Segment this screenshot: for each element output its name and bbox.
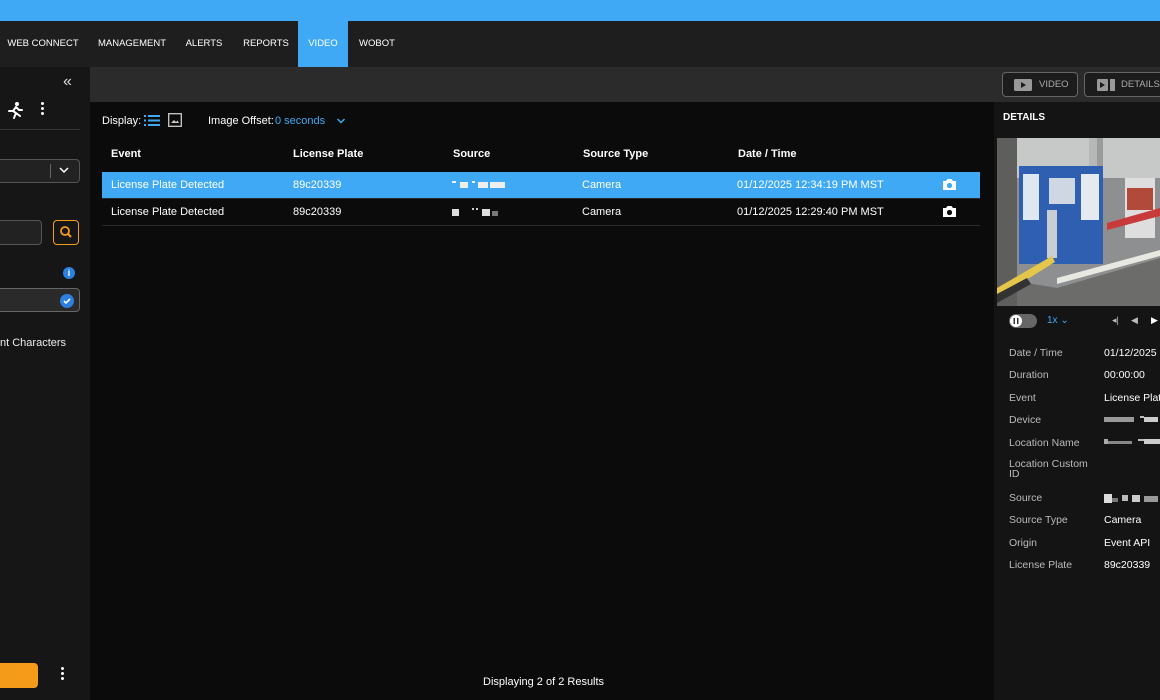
option-field[interactable]: [0, 288, 80, 312]
column-header-source[interactable]: Source: [453, 148, 490, 160]
license-plate-cell: 89c20339: [293, 206, 342, 218]
table-row[interactable]: License Plate Detected 89c20339 Camera 0…: [102, 172, 980, 198]
column-header-date-time[interactable]: Date / Time: [738, 148, 797, 160]
detail-label-origin: Origin: [1009, 537, 1038, 549]
date-time-cell: 01/12/2025 12:29:40 PM MST: [737, 206, 884, 218]
display-label: Display:: [102, 115, 142, 127]
video-button[interactable]: VIDEO: [1002, 72, 1078, 97]
event-cell: License Plate Detected: [111, 179, 225, 191]
nav-reports[interactable]: REPORTS: [237, 21, 295, 67]
detail-label-location-custom-id: Location Custom ID: [1009, 458, 1088, 480]
column-header-event[interactable]: Event: [111, 148, 141, 160]
image-offset-dropdown[interactable]: 0 seconds: [275, 115, 325, 127]
detail-label-license-plate: License Plate: [1009, 559, 1073, 571]
column-header-license-plate[interactable]: License Plate: [293, 148, 363, 160]
column-header-source-type[interactable]: Source Type: [583, 148, 648, 160]
option-label: nt Characters: [0, 337, 67, 349]
source-type-cell: Camera: [582, 179, 622, 191]
camera-icon[interactable]: [942, 178, 957, 191]
detail-label-device: Device: [1009, 414, 1042, 426]
double-chevron-left-icon[interactable]: «: [63, 73, 72, 91]
detail-label-date-time: Date / Time: [1009, 347, 1063, 359]
detail-value-date-time: 01/12/2025: [1104, 347, 1157, 359]
step-back-icon[interactable]: ◂|: [1112, 315, 1119, 326]
detail-value-event: License Plat: [1104, 392, 1160, 404]
redacted-source: [452, 208, 498, 216]
detail-label-event: Event: [1009, 392, 1036, 404]
details-panel: DETAILS 1x ⌄ ◂| ◀ ▶ Date / Time 01/12/20…: [994, 102, 1160, 700]
chevron-down-icon[interactable]: [336, 116, 346, 126]
license-plate-cell: 89c20339: [293, 179, 342, 191]
nav-web-connect[interactable]: WEB CONNECT: [0, 21, 86, 67]
chevron-down-icon: [59, 167, 69, 174]
table-row[interactable]: License Plate Detected 89c20339 Camera 0…: [102, 199, 980, 225]
apply-button[interactable]: [0, 663, 38, 688]
top-accent-bar: [0, 0, 1160, 21]
playback-speed-dropdown[interactable]: 1x ⌄: [1047, 315, 1069, 326]
filter-sidebar: « i nt Characters: [0, 67, 90, 700]
detail-value-origin: Event API: [1104, 537, 1151, 549]
event-cell: License Plate Detected: [111, 206, 225, 218]
source-type-cell: Camera: [582, 206, 622, 218]
search-icon: [60, 226, 72, 238]
list-view-icon[interactable]: [144, 114, 160, 127]
details-button[interactable]: DETAILS: [1084, 72, 1160, 97]
person-running-icon[interactable]: [6, 101, 24, 119]
detail-label-location-name: Location Name: [1009, 437, 1080, 449]
video-play-icon: [1014, 79, 1032, 91]
details-title: DETAILS: [1003, 112, 1046, 123]
details-panel-icon: [1097, 79, 1115, 91]
detail-toolbar: VIDEO DETAILS: [994, 67, 1160, 102]
event-snapshot[interactable]: [997, 138, 1160, 306]
detail-label-source: Source: [1009, 492, 1043, 504]
results-toolbar: [90, 67, 994, 102]
nav-management[interactable]: MANAGEMENT: [91, 21, 173, 67]
search-button[interactable]: [53, 220, 79, 245]
results-count: Displaying 2 of 2 Results: [483, 676, 605, 688]
select-separator: [50, 164, 51, 178]
image-view-icon[interactable]: [168, 113, 182, 127]
redacted-source: [1104, 494, 1158, 503]
previous-icon[interactable]: ◀: [1131, 315, 1138, 326]
details-button-label: DETAILS: [1121, 79, 1160, 90]
video-button-label: VIDEO: [1039, 79, 1069, 90]
detail-value-license-plate: 89c20339: [1104, 559, 1151, 571]
nav-wobot[interactable]: WOBOT: [352, 21, 402, 67]
results-panel: Display: Image Offset: 0 seconds Event L…: [90, 102, 994, 700]
more-options-icon[interactable]: [38, 102, 46, 118]
image-offset-label: Image Offset:: [208, 115, 274, 127]
redacted-device: [1104, 416, 1158, 422]
camera-icon[interactable]: [942, 205, 957, 218]
search-input[interactable]: [0, 220, 42, 245]
info-icon[interactable]: i: [63, 267, 75, 279]
main-nav: WEB CONNECT MANAGEMENT ALERTS REPORTS VI…: [0, 21, 1160, 67]
divider: [0, 129, 80, 130]
playback-speed-value: 1x: [1047, 315, 1058, 326]
filter-select[interactable]: [0, 159, 80, 183]
date-time-cell: 01/12/2025 12:34:19 PM MST: [737, 179, 884, 191]
detail-value-duration: 00:00:00: [1104, 369, 1145, 381]
detail-label-source-type: Source Type: [1009, 514, 1068, 526]
play-pause-toggle[interactable]: [1009, 314, 1037, 328]
check-icon: [60, 294, 74, 308]
more-options-icon[interactable]: [58, 667, 66, 683]
pause-icon: [1010, 315, 1022, 327]
detail-label-duration: Duration: [1009, 369, 1049, 381]
row-divider: [102, 225, 980, 226]
play-icon[interactable]: ▶: [1151, 315, 1158, 326]
nav-video[interactable]: VIDEO: [298, 21, 348, 67]
redacted-location-name: [1104, 439, 1160, 444]
redacted-source: [452, 181, 505, 188]
detail-value-source-type: Camera: [1104, 514, 1142, 526]
nav-alerts[interactable]: ALERTS: [180, 21, 228, 67]
